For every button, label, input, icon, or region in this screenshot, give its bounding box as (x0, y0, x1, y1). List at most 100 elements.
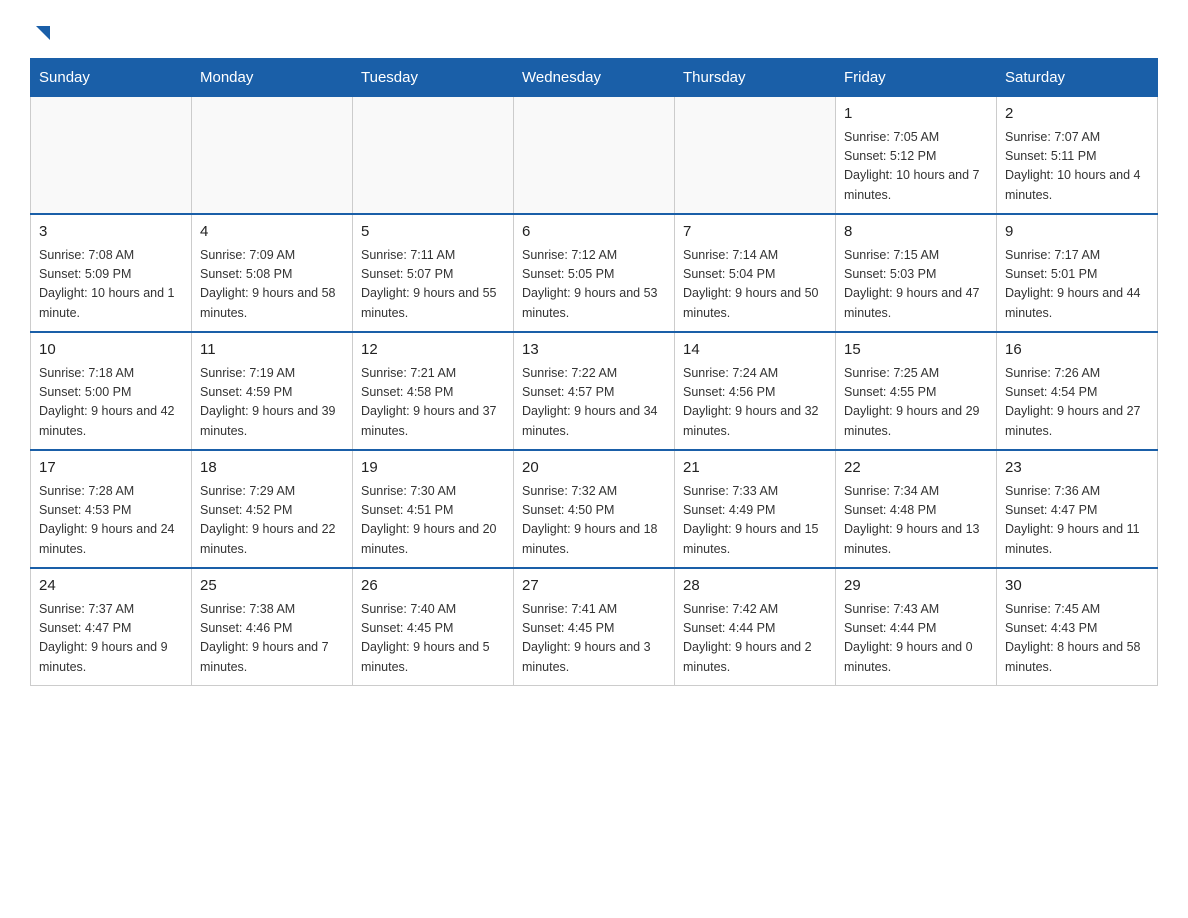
day-number: 24 (39, 575, 183, 598)
calendar-cell: 30Sunrise: 7:45 AM Sunset: 4:43 PM Dayli… (997, 568, 1158, 686)
day-number: 18 (200, 457, 344, 480)
day-number: 29 (844, 575, 988, 598)
weekday-header-thursday: Thursday (675, 59, 836, 97)
day-number: 19 (361, 457, 505, 480)
calendar-cell: 5Sunrise: 7:11 AM Sunset: 5:07 PM Daylig… (353, 214, 514, 332)
day-info: Sunrise: 7:22 AM Sunset: 4:57 PM Dayligh… (522, 364, 666, 442)
day-info: Sunrise: 7:28 AM Sunset: 4:53 PM Dayligh… (39, 482, 183, 560)
calendar-cell: 16Sunrise: 7:26 AM Sunset: 4:54 PM Dayli… (997, 332, 1158, 450)
calendar-cell: 10Sunrise: 7:18 AM Sunset: 5:00 PM Dayli… (31, 332, 192, 450)
day-number: 11 (200, 339, 344, 362)
calendar-cell: 21Sunrise: 7:33 AM Sunset: 4:49 PM Dayli… (675, 450, 836, 568)
day-info: Sunrise: 7:15 AM Sunset: 5:03 PM Dayligh… (844, 246, 988, 324)
day-info: Sunrise: 7:33 AM Sunset: 4:49 PM Dayligh… (683, 482, 827, 560)
logo (30, 20, 54, 38)
day-info: Sunrise: 7:12 AM Sunset: 5:05 PM Dayligh… (522, 246, 666, 324)
calendar-week-row: 10Sunrise: 7:18 AM Sunset: 5:00 PM Dayli… (31, 332, 1158, 450)
day-number: 17 (39, 457, 183, 480)
day-info: Sunrise: 7:32 AM Sunset: 4:50 PM Dayligh… (522, 482, 666, 560)
page-header (30, 20, 1158, 38)
day-number: 14 (683, 339, 827, 362)
calendar-cell (514, 97, 675, 215)
day-number: 25 (200, 575, 344, 598)
day-info: Sunrise: 7:30 AM Sunset: 4:51 PM Dayligh… (361, 482, 505, 560)
calendar-cell: 22Sunrise: 7:34 AM Sunset: 4:48 PM Dayli… (836, 450, 997, 568)
day-number: 7 (683, 221, 827, 244)
day-number: 21 (683, 457, 827, 480)
weekday-header-saturday: Saturday (997, 59, 1158, 97)
day-number: 30 (1005, 575, 1149, 598)
day-info: Sunrise: 7:14 AM Sunset: 5:04 PM Dayligh… (683, 246, 827, 324)
calendar-cell (31, 97, 192, 215)
calendar-cell: 2Sunrise: 7:07 AM Sunset: 5:11 PM Daylig… (997, 97, 1158, 215)
day-number: 4 (200, 221, 344, 244)
day-info: Sunrise: 7:36 AM Sunset: 4:47 PM Dayligh… (1005, 482, 1149, 560)
day-number: 12 (361, 339, 505, 362)
calendar-cell: 29Sunrise: 7:43 AM Sunset: 4:44 PM Dayli… (836, 568, 997, 686)
day-info: Sunrise: 7:17 AM Sunset: 5:01 PM Dayligh… (1005, 246, 1149, 324)
day-info: Sunrise: 7:07 AM Sunset: 5:11 PM Dayligh… (1005, 128, 1149, 206)
calendar-table: SundayMondayTuesdayWednesdayThursdayFrid… (30, 58, 1158, 686)
logo-arrow-icon (32, 22, 54, 44)
day-info: Sunrise: 7:34 AM Sunset: 4:48 PM Dayligh… (844, 482, 988, 560)
day-number: 10 (39, 339, 183, 362)
day-info: Sunrise: 7:18 AM Sunset: 5:00 PM Dayligh… (39, 364, 183, 442)
day-info: Sunrise: 7:24 AM Sunset: 4:56 PM Dayligh… (683, 364, 827, 442)
calendar-cell: 17Sunrise: 7:28 AM Sunset: 4:53 PM Dayli… (31, 450, 192, 568)
calendar-cell: 7Sunrise: 7:14 AM Sunset: 5:04 PM Daylig… (675, 214, 836, 332)
calendar-cell: 18Sunrise: 7:29 AM Sunset: 4:52 PM Dayli… (192, 450, 353, 568)
day-info: Sunrise: 7:21 AM Sunset: 4:58 PM Dayligh… (361, 364, 505, 442)
calendar-cell (675, 97, 836, 215)
day-number: 8 (844, 221, 988, 244)
day-number: 13 (522, 339, 666, 362)
day-info: Sunrise: 7:45 AM Sunset: 4:43 PM Dayligh… (1005, 600, 1149, 678)
calendar-week-row: 3Sunrise: 7:08 AM Sunset: 5:09 PM Daylig… (31, 214, 1158, 332)
calendar-cell: 9Sunrise: 7:17 AM Sunset: 5:01 PM Daylig… (997, 214, 1158, 332)
day-number: 20 (522, 457, 666, 480)
calendar-cell: 14Sunrise: 7:24 AM Sunset: 4:56 PM Dayli… (675, 332, 836, 450)
calendar-cell: 8Sunrise: 7:15 AM Sunset: 5:03 PM Daylig… (836, 214, 997, 332)
weekday-header-sunday: Sunday (31, 59, 192, 97)
day-number: 22 (844, 457, 988, 480)
calendar-cell: 19Sunrise: 7:30 AM Sunset: 4:51 PM Dayli… (353, 450, 514, 568)
day-number: 5 (361, 221, 505, 244)
weekday-header-wednesday: Wednesday (514, 59, 675, 97)
day-info: Sunrise: 7:37 AM Sunset: 4:47 PM Dayligh… (39, 600, 183, 678)
day-number: 26 (361, 575, 505, 598)
day-number: 16 (1005, 339, 1149, 362)
day-info: Sunrise: 7:38 AM Sunset: 4:46 PM Dayligh… (200, 600, 344, 678)
calendar-cell: 4Sunrise: 7:09 AM Sunset: 5:08 PM Daylig… (192, 214, 353, 332)
calendar-cell (353, 97, 514, 215)
calendar-cell: 3Sunrise: 7:08 AM Sunset: 5:09 PM Daylig… (31, 214, 192, 332)
day-info: Sunrise: 7:09 AM Sunset: 5:08 PM Dayligh… (200, 246, 344, 324)
calendar-cell: 23Sunrise: 7:36 AM Sunset: 4:47 PM Dayli… (997, 450, 1158, 568)
day-info: Sunrise: 7:25 AM Sunset: 4:55 PM Dayligh… (844, 364, 988, 442)
day-info: Sunrise: 7:08 AM Sunset: 5:09 PM Dayligh… (39, 246, 183, 324)
day-number: 2 (1005, 103, 1149, 126)
day-number: 28 (683, 575, 827, 598)
calendar-cell: 25Sunrise: 7:38 AM Sunset: 4:46 PM Dayli… (192, 568, 353, 686)
weekday-header-row: SundayMondayTuesdayWednesdayThursdayFrid… (31, 59, 1158, 97)
calendar-cell: 27Sunrise: 7:41 AM Sunset: 4:45 PM Dayli… (514, 568, 675, 686)
day-info: Sunrise: 7:26 AM Sunset: 4:54 PM Dayligh… (1005, 364, 1149, 442)
day-info: Sunrise: 7:42 AM Sunset: 4:44 PM Dayligh… (683, 600, 827, 678)
day-number: 27 (522, 575, 666, 598)
calendar-cell: 20Sunrise: 7:32 AM Sunset: 4:50 PM Dayli… (514, 450, 675, 568)
calendar-cell: 26Sunrise: 7:40 AM Sunset: 4:45 PM Dayli… (353, 568, 514, 686)
day-number: 23 (1005, 457, 1149, 480)
calendar-week-row: 24Sunrise: 7:37 AM Sunset: 4:47 PM Dayli… (31, 568, 1158, 686)
day-number: 15 (844, 339, 988, 362)
weekday-header-tuesday: Tuesday (353, 59, 514, 97)
calendar-week-row: 17Sunrise: 7:28 AM Sunset: 4:53 PM Dayli… (31, 450, 1158, 568)
day-info: Sunrise: 7:29 AM Sunset: 4:52 PM Dayligh… (200, 482, 344, 560)
day-info: Sunrise: 7:19 AM Sunset: 4:59 PM Dayligh… (200, 364, 344, 442)
calendar-cell: 6Sunrise: 7:12 AM Sunset: 5:05 PM Daylig… (514, 214, 675, 332)
weekday-header-monday: Monday (192, 59, 353, 97)
day-info: Sunrise: 7:11 AM Sunset: 5:07 PM Dayligh… (361, 246, 505, 324)
calendar-cell: 1Sunrise: 7:05 AM Sunset: 5:12 PM Daylig… (836, 97, 997, 215)
day-number: 6 (522, 221, 666, 244)
weekday-header-friday: Friday (836, 59, 997, 97)
day-info: Sunrise: 7:40 AM Sunset: 4:45 PM Dayligh… (361, 600, 505, 678)
day-info: Sunrise: 7:05 AM Sunset: 5:12 PM Dayligh… (844, 128, 988, 206)
calendar-cell: 11Sunrise: 7:19 AM Sunset: 4:59 PM Dayli… (192, 332, 353, 450)
